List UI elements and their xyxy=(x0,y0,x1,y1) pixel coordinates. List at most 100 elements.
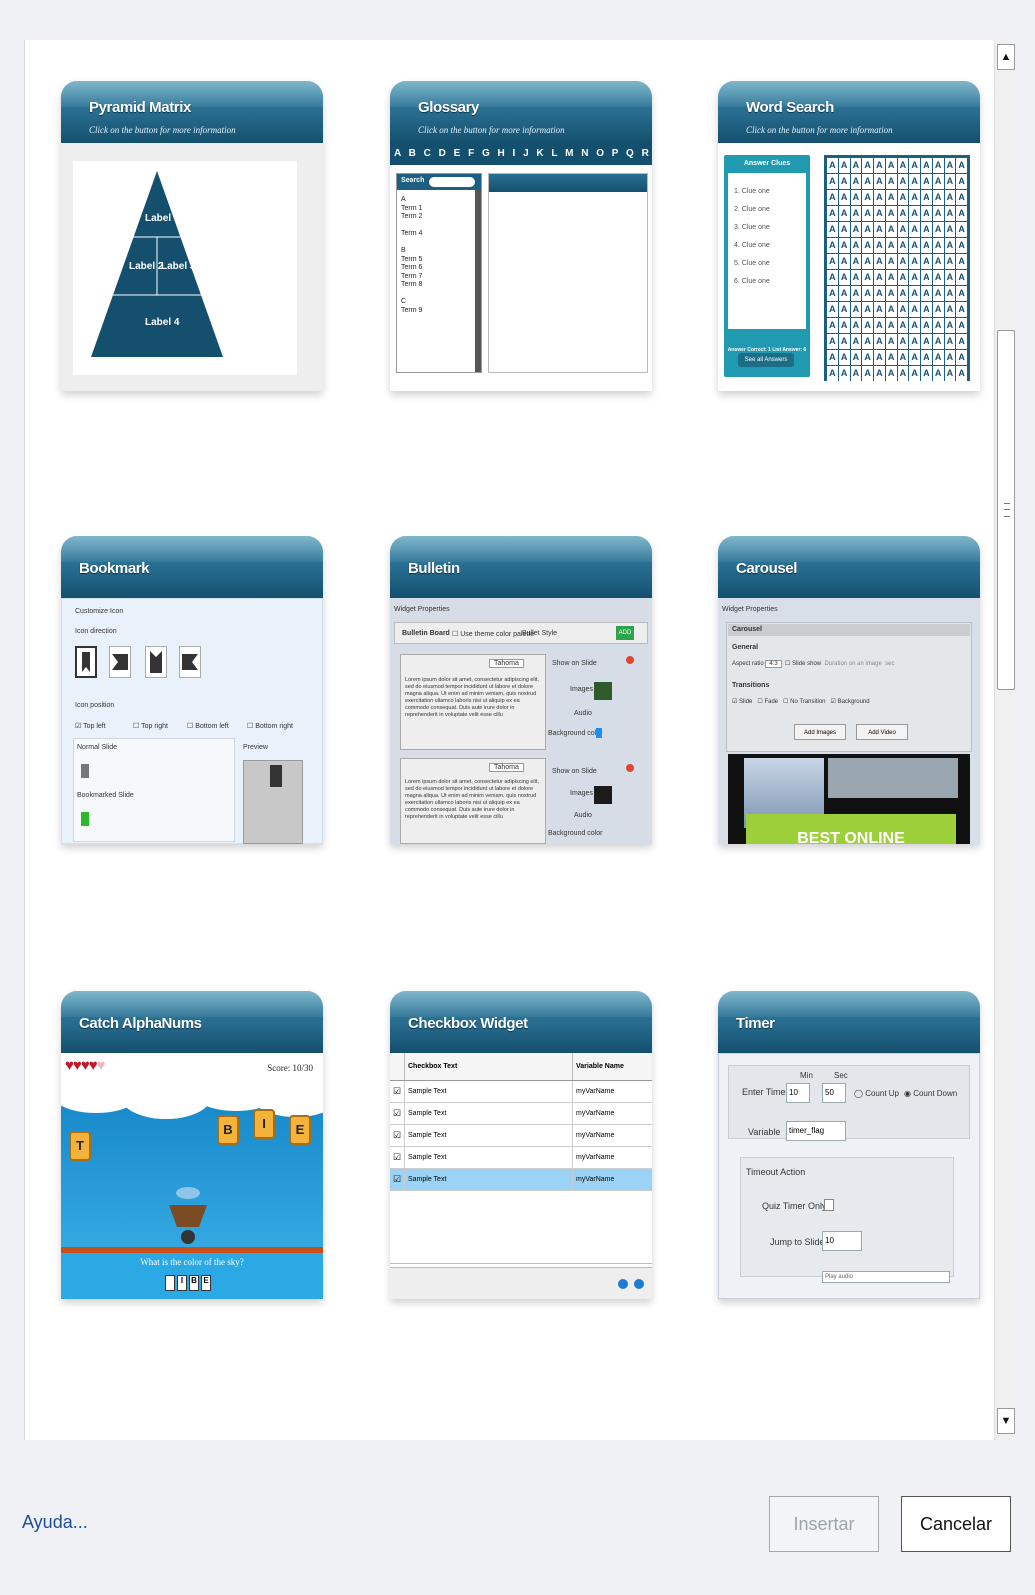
word-search-cell: A xyxy=(885,174,897,189)
bulletin-preview: Widget Properties Bulletin Board ☐ Use t… xyxy=(390,598,652,844)
timer-sec-label: Sec xyxy=(834,1071,848,1080)
word-search-cell: A xyxy=(944,366,956,381)
help-link[interactable]: Ayuda... xyxy=(22,1512,88,1533)
word-search-cell: A xyxy=(932,174,944,189)
word-search-cell: A xyxy=(897,286,909,301)
catch-tile: T xyxy=(69,1131,91,1161)
word-search-cell: A xyxy=(827,158,838,173)
word-search-cell: A xyxy=(909,350,920,365)
word-search-cell: A xyxy=(862,366,873,381)
word-search-clue: 1. Clue one xyxy=(734,188,770,195)
bookmark-down-icon xyxy=(75,646,97,678)
word-search-clue: 5. Clue one xyxy=(734,260,770,267)
word-search-cell: A xyxy=(932,190,944,205)
bookmark-normal-label: Normal Slide xyxy=(77,744,118,751)
scroll-up-arrow-icon[interactable]: ▲ xyxy=(997,44,1015,70)
scroll-down-arrow-icon[interactable]: ▼ xyxy=(997,1408,1015,1434)
bulletin-bg-label-2: Background color xyxy=(548,830,603,837)
word-search-cell: A xyxy=(921,270,932,285)
bulletin-show-label-2: Show on Slide xyxy=(552,768,597,775)
bookmark-left-icon xyxy=(109,646,131,678)
word-search-cell: A xyxy=(956,270,967,285)
glossary-term: Term 1 xyxy=(401,204,423,212)
word-search-cell: A xyxy=(885,238,897,253)
catch-answer-slots: I B E xyxy=(165,1275,211,1291)
word-search-clues-panel: Answer Clues 1. Clue one 2. Clue one 3. Cl… xyxy=(724,155,810,377)
widget-card-bookmark[interactable]: Bookmark Customize Icon Icon direction I… xyxy=(61,536,323,844)
word-search-cell: A xyxy=(956,286,967,301)
word-search-cell: A xyxy=(932,206,944,221)
widget-card-bulletin[interactable]: Bulletin Widget Properties Bulletin Boar… xyxy=(390,536,652,844)
scrollbar-thumb[interactable] xyxy=(997,330,1015,690)
widget-card-catch-alphanums[interactable]: Catch AlphaNums ♥♥♥♥♥ Score: 10/30 T B I… xyxy=(61,991,323,1299)
timer-quiz-only-checkbox xyxy=(824,1199,834,1211)
bulletin-item-2: Tahoma Lorem ipsum dolor sit amet, conse… xyxy=(400,758,546,844)
vertical-scrollbar[interactable]: ▲ ▼ xyxy=(994,40,1016,1440)
word-search-cell: A xyxy=(956,206,967,221)
checkbox-table-row: ☑ Sample Text myVarName xyxy=(390,1103,652,1125)
timer-enter-time-label: Enter Time xyxy=(742,1087,786,1097)
word-search-cell: A xyxy=(838,318,850,333)
carousel-add-images-button: Add Images xyxy=(794,724,846,740)
word-search-cell: A xyxy=(909,206,920,221)
widget-card-carousel[interactable]: Carousel Widget Properties Carousel Gene… xyxy=(718,536,980,844)
word-search-cell: A xyxy=(897,366,909,381)
word-search-cell: A xyxy=(874,350,885,365)
card-title: Carousel xyxy=(736,560,797,577)
word-search-cell: A xyxy=(885,270,897,285)
pyramid-label-2: Label 2 xyxy=(129,261,164,272)
word-search-cell: A xyxy=(921,222,932,237)
word-search-cell: A xyxy=(909,366,920,381)
word-search-cell: A xyxy=(838,302,850,317)
word-search-cell: A xyxy=(850,270,862,285)
catch-question: What is the color of the sky? xyxy=(140,1257,244,1267)
card-header: Bulletin xyxy=(390,536,652,598)
word-search-cell: A xyxy=(909,334,920,349)
word-search-cell: A xyxy=(956,302,967,317)
card-title: Glossary xyxy=(418,99,480,116)
glossary-search-label: Search xyxy=(401,177,425,184)
word-search-cell: A xyxy=(838,286,850,301)
word-search-cell: A xyxy=(885,334,897,349)
insert-button[interactable]: Insertar xyxy=(769,1496,879,1552)
glossary-definition-pane xyxy=(488,173,648,373)
widget-card-glossary[interactable]: Glossary Click on the button for more in… xyxy=(390,81,652,391)
bookmark-pos-bottom-left: ☐ Bottom left xyxy=(187,723,229,730)
word-search-cell: A xyxy=(909,302,920,317)
bookmark-up-icon xyxy=(145,646,167,678)
word-search-cell: A xyxy=(862,254,873,269)
word-search-cell: A xyxy=(874,270,885,285)
word-search-cell: A xyxy=(897,318,909,333)
catch-score: Score: 10/30 xyxy=(267,1063,313,1073)
catch-basket-cart xyxy=(169,1187,207,1244)
bulletin-image-thumb-2 xyxy=(594,786,612,804)
word-search-cell: A xyxy=(956,350,967,365)
glossary-preview: A B C D E F G H I J K L M N O P Q R S T … xyxy=(390,143,652,391)
word-search-cell: A xyxy=(862,318,873,333)
word-search-cell: A xyxy=(885,254,897,269)
carousel-preview: Widget Properties Carousel General Aspec… xyxy=(718,598,980,844)
row-checkbox-icon: ☑ xyxy=(393,1108,402,1118)
widget-card-timer[interactable]: Timer Min Sec Enter Time 10 50 ◯ Count U… xyxy=(718,991,980,1299)
bulletin-remove-icon xyxy=(626,656,634,664)
card-header: Timer xyxy=(718,991,980,1053)
glossary-term xyxy=(401,290,477,299)
widget-card-pyramid-matrix[interactable]: Pyramid Matrix Click on the button for m… xyxy=(61,81,323,391)
word-search-cell: A xyxy=(874,318,885,333)
word-search-cell: A xyxy=(956,238,967,253)
word-search-cell: A xyxy=(862,350,873,365)
word-search-cell: A xyxy=(897,174,909,189)
cancel-button[interactable]: Cancelar xyxy=(901,1496,1011,1552)
word-search-cell: A xyxy=(850,350,862,365)
carousel-banner: BEST ONLINE xyxy=(746,814,956,844)
widget-card-word-search[interactable]: Word Search Click on the button for more… xyxy=(718,81,980,391)
word-search-cell: A xyxy=(885,158,897,173)
catch-tile: I xyxy=(253,1109,275,1139)
word-search-cell: A xyxy=(921,350,932,365)
word-search-cell: A xyxy=(874,190,885,205)
glossary-search-box xyxy=(429,177,475,187)
word-search-cell: A xyxy=(932,238,944,253)
widget-card-checkbox[interactable]: Checkbox Widget Checkbox Text Variable N… xyxy=(390,991,652,1299)
word-search-cell: A xyxy=(909,254,920,269)
catch-preview: ♥♥♥♥♥ Score: 10/30 T B I E What is the c… xyxy=(61,1053,323,1299)
